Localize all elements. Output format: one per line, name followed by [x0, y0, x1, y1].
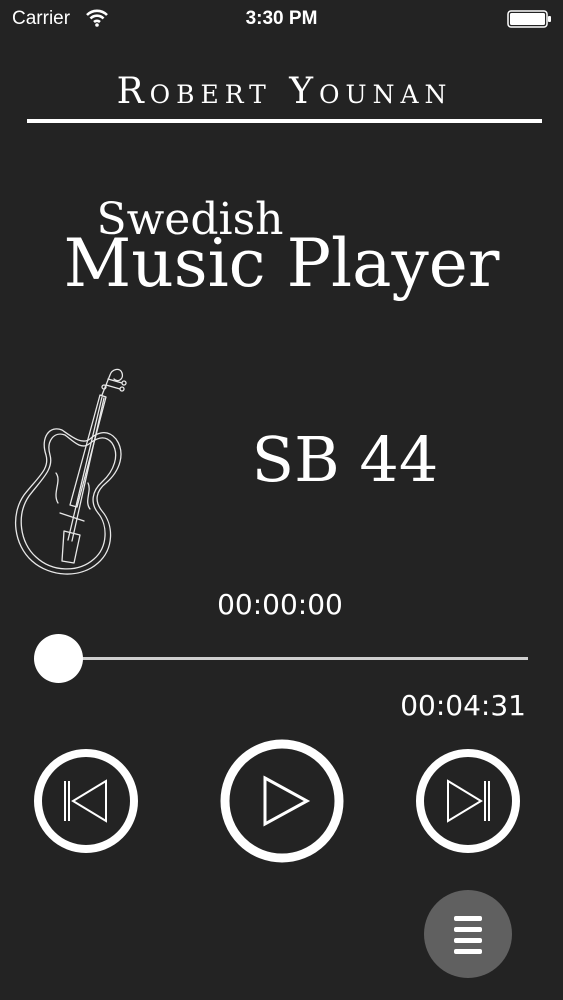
- previous-track-button[interactable]: [33, 748, 139, 854]
- status-time: 3:30 PM: [245, 8, 318, 29]
- next-track-icon: [447, 779, 490, 823]
- app-subtitle: Swedish: [96, 194, 284, 245]
- artist-title: Robert Younan: [116, 71, 453, 112]
- menu-button[interactable]: [424, 890, 512, 978]
- seek-track[interactable]: [58, 657, 528, 660]
- song-title: SB 44: [251, 423, 439, 496]
- status-bar: Carrier 3:30 PM: [0, 0, 563, 38]
- title-divider: [27, 119, 542, 123]
- next-track-button[interactable]: [415, 748, 521, 854]
- total-time: 00:04:31: [400, 689, 526, 722]
- play-button[interactable]: [219, 738, 345, 864]
- violin-icon: [14, 368, 127, 575]
- current-time: 00:00:00: [217, 588, 343, 621]
- previous-track-icon: [64, 779, 107, 823]
- seek-slider-thumb[interactable]: [34, 634, 83, 683]
- battery-icon: [507, 10, 551, 28]
- play-icon: [263, 775, 311, 827]
